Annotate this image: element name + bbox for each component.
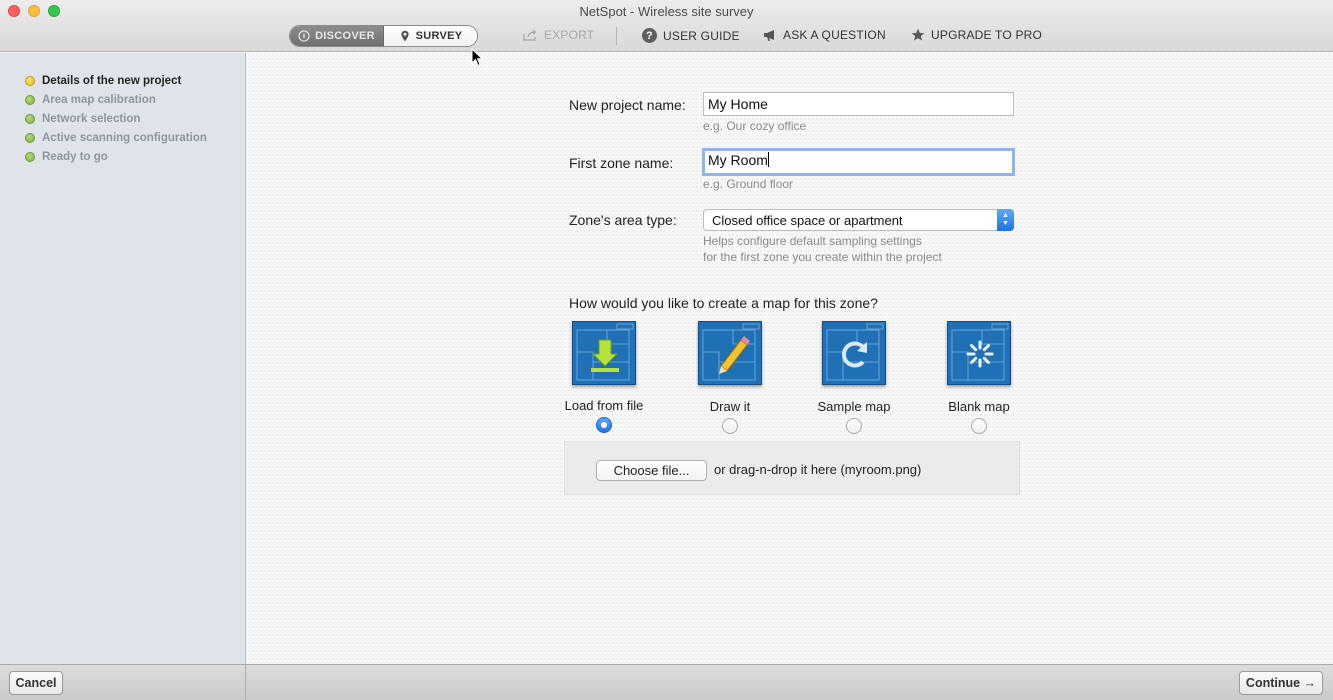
continue-button[interactable]: Continue →	[1239, 671, 1323, 695]
step-ready: Ready to go	[25, 151, 108, 163]
upgrade-button[interactable]: UPGRADE TO PRO	[911, 28, 1042, 42]
user-guide-button[interactable]: ? USER GUIDE	[642, 28, 740, 43]
step-label: Details of the new project	[42, 75, 182, 87]
discover-mode-label: DISCOVER	[315, 30, 375, 42]
question-circle-icon: ?	[642, 28, 657, 43]
ask-question-label: ASK A QUESTION	[783, 28, 886, 42]
step-calibration: Area map calibration	[25, 94, 156, 106]
zone-name-input[interactable]: My Room	[702, 148, 1015, 176]
toolbar-separator	[616, 27, 617, 45]
bottom-action-bar: Cancel Continue →	[0, 664, 1333, 700]
project-name-hint: e.g. Our cozy office	[703, 119, 807, 133]
project-name-value: My Home	[708, 96, 768, 112]
step-label: Area map calibration	[42, 94, 156, 106]
step-dot-icon	[25, 133, 35, 143]
step-dot-icon	[25, 152, 35, 162]
export-label: EXPORT	[544, 28, 595, 42]
step-label: Network selection	[42, 113, 141, 125]
loading-spinner-icon	[951, 323, 1009, 381]
cancel-button[interactable]: Cancel	[9, 671, 63, 695]
survey-mode-button[interactable]: SURVEY	[384, 26, 477, 46]
blueprint-tile	[572, 321, 636, 385]
map-option-sample-map[interactable]: Sample map	[804, 321, 904, 434]
zone-name-hint: e.g. Ground floor	[703, 177, 794, 191]
area-type-select[interactable]: Closed office space or apartment ▲ ▼	[703, 209, 1014, 231]
map-option-radio[interactable]	[722, 418, 738, 434]
step-dot-icon	[25, 95, 35, 105]
zone-name-value: My Room	[708, 152, 768, 168]
export-icon	[523, 29, 537, 41]
map-option-radio[interactable]	[846, 418, 862, 434]
project-details-panel: New project name: My Home e.g. Our cozy …	[247, 53, 1333, 664]
step-label: Ready to go	[42, 151, 108, 163]
user-guide-label: USER GUIDE	[663, 28, 740, 43]
blueprint-tile	[822, 321, 886, 385]
window-title: NetSpot - Wireless site survey	[579, 4, 754, 19]
file-drop-zone[interactable]: Choose file... or drag-n-drop it here (m…	[564, 441, 1020, 495]
blueprint-tile	[698, 321, 762, 385]
discover-mode-button[interactable]: DISCOVER	[290, 26, 384, 46]
choose-file-button[interactable]: Choose file...	[596, 460, 707, 481]
map-option-radio[interactable]	[971, 418, 987, 434]
location-pin-icon	[400, 30, 409, 42]
project-name-label: New project name:	[569, 97, 686, 113]
text-caret	[767, 152, 769, 167]
pencil-icon	[702, 323, 760, 381]
map-option-draw-it[interactable]: Draw it	[680, 321, 780, 434]
blueprint-tile	[947, 321, 1011, 385]
map-option-label: Blank map	[948, 399, 1010, 414]
step-dot-icon	[25, 114, 35, 124]
mode-switch: DISCOVER SURVEY	[289, 25, 478, 47]
updown-chevron-icon: ▲ ▼	[997, 209, 1014, 231]
megaphone-icon	[764, 29, 774, 41]
map-question: How would you like to create a map for t…	[569, 295, 878, 311]
step-active-scanning: Active scanning configuration	[25, 132, 207, 144]
drop-hint-text: or drag-n-drop it here (myroom.png)	[714, 462, 922, 477]
map-option-radio[interactable]	[596, 417, 612, 433]
map-option-label: Load from file	[564, 398, 644, 413]
survey-mode-label: SURVEY	[415, 30, 463, 42]
step-label: Active scanning configuration	[42, 132, 207, 144]
mouse-pointer-icon	[471, 48, 483, 67]
ask-question-button[interactable]: ASK A QUESTION	[763, 28, 886, 42]
step-details: Details of the new project	[25, 75, 181, 87]
map-option-label: Sample map	[817, 399, 891, 414]
refresh-icon	[826, 323, 884, 381]
export-button[interactable]: EXPORT	[523, 28, 594, 42]
area-type-hint-line1: Helps configure default sampling setting…	[703, 234, 922, 248]
area-type-value: Closed office space or apartment	[712, 213, 903, 228]
compass-icon	[298, 30, 310, 42]
upgrade-label: UPGRADE TO PRO	[931, 28, 1043, 42]
area-type-label: Zone's area type:	[569, 212, 677, 228]
wizard-steps-sidebar: Details of the new project Area map cali…	[0, 53, 246, 664]
step-network-selection: Network selection	[25, 113, 140, 125]
map-option-load-from-file[interactable]: Load from file	[554, 321, 654, 433]
map-option-label: Draw it	[709, 399, 751, 414]
map-option-blank-map[interactable]: Blank map	[929, 321, 1029, 434]
zone-name-label: First zone name:	[569, 155, 674, 171]
star-icon	[911, 28, 925, 41]
project-name-input[interactable]: My Home	[703, 92, 1014, 116]
window-titlebar: NetSpot - Wireless site survey DISCOVER …	[0, 0, 1333, 52]
area-type-hint-line2: for the first zone you create within the…	[703, 250, 942, 264]
bottom-divider	[245, 665, 246, 700]
current-step-dot-icon	[25, 76, 35, 86]
download-arrow-icon	[576, 323, 634, 381]
